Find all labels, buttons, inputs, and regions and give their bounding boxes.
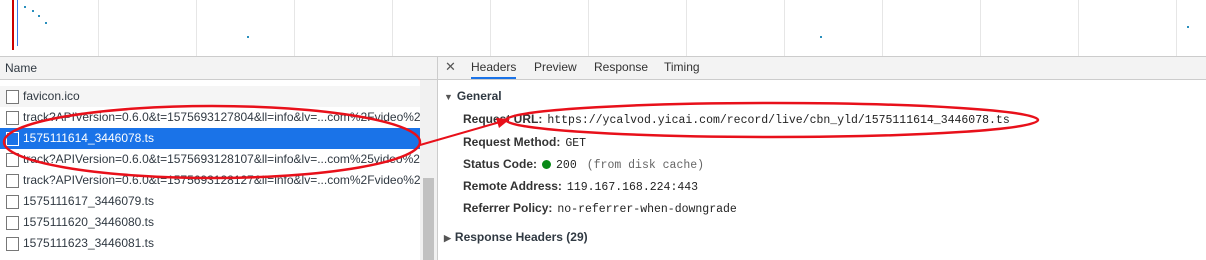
request-name: 1575111623_3446081.ts — [23, 236, 155, 250]
request-row[interactable]: 1575111620_3446080.ts — [0, 212, 420, 233]
timeline-gridline — [392, 0, 393, 56]
tab-headers[interactable]: Headers — [471, 57, 517, 79]
timeline-request-mark — [247, 36, 249, 38]
request-name: 1575111617_3446079.ts — [23, 194, 155, 208]
timeline-gridline — [196, 0, 197, 56]
referrer-policy-value[interactable]: no-referrer-when-downgrade — [557, 203, 736, 216]
timeline-gridline — [1078, 0, 1079, 56]
request-row[interactable]: 1575111623_3446081.ts — [0, 233, 420, 254]
details-tab-bar: ✕ Headers Preview Response Timing — [438, 57, 1206, 80]
timeline-gridline — [490, 0, 491, 56]
request-list-panel: Name favicon.ico track?APIVersion=0.6.0&… — [0, 57, 438, 260]
request-row[interactable]: track?APIVersion=0.6.0&t=1575693127804&l… — [0, 107, 420, 128]
timeline-gridline — [882, 0, 883, 56]
request-row[interactable]: favicon.ico — [0, 86, 420, 107]
response-headers-title: Response Headers (29) — [454, 230, 588, 244]
request-name: 1575111620_3446080.ts — [23, 215, 155, 229]
request-name: 1575111614_3446078.ts — [23, 131, 155, 145]
request-name: track?APIVersion=0.6.0&t=1575693127804&l… — [23, 110, 420, 124]
response-headers-section-toggle[interactable]: ▶ Response Headers (29) — [444, 230, 588, 244]
timeline-request-mark — [820, 36, 822, 38]
request-row[interactable]: 1575111617_3446079.ts — [0, 191, 420, 212]
load-event-marker — [12, 0, 14, 50]
network-overview-timeline[interactable] — [0, 0, 1206, 57]
timeline-request-mark — [45, 22, 47, 24]
timeline-gridline — [784, 0, 785, 56]
name-column-header[interactable]: Name — [0, 57, 437, 80]
remote-address-value[interactable]: 119.167.168.224:443 — [567, 181, 698, 194]
request-method-row: Request Method: GET — [463, 133, 586, 151]
general-section-toggle[interactable]: ▼ General — [444, 89, 502, 103]
close-icon[interactable]: ✕ — [445, 57, 456, 77]
timeline-gridline — [98, 0, 99, 56]
request-url-value[interactable]: https://ycalvod.yicai.com/record/live/cb… — [547, 114, 1009, 127]
resource-file-icon — [6, 216, 19, 230]
request-name: track?APIVersion=0.6.0&t=1575693128127&l… — [23, 173, 420, 187]
timeline-gridline — [980, 0, 981, 56]
timeline-request-mark — [1187, 26, 1189, 28]
resource-file-icon — [6, 237, 19, 251]
resource-file-icon — [6, 132, 19, 146]
resource-file-icon — [6, 174, 19, 188]
request-row[interactable]: track?APIVersion=0.6.0&t=1575693128127&l… — [0, 170, 420, 191]
request-url-row: Request URL: https://ycalvod.yicai.com/re… — [463, 110, 1010, 128]
tab-response[interactable]: Response — [594, 57, 648, 79]
remote-address-key: Remote Address: — [463, 179, 562, 193]
timeline-request-mark — [32, 10, 34, 12]
referrer-policy-row: Referrer Policy: no-referrer-when-downgra… — [463, 199, 737, 217]
request-method-value[interactable]: GET — [565, 137, 586, 150]
timeline-request-mark — [24, 6, 26, 8]
resource-file-icon — [6, 153, 19, 167]
tab-preview[interactable]: Preview — [534, 57, 577, 79]
resource-file-icon — [6, 90, 19, 104]
request-row-selected[interactable]: 1575111614_3446078.ts — [0, 128, 420, 149]
tab-timing[interactable]: Timing — [664, 57, 700, 79]
status-code-value[interactable]: 200 — [556, 159, 577, 172]
status-code-key: Status Code: — [463, 157, 538, 171]
resource-file-icon — [6, 195, 19, 209]
request-name: favicon.ico — [23, 89, 80, 103]
status-ok-icon — [542, 160, 552, 169]
general-section-title: General — [456, 89, 502, 103]
triangle-right-icon: ▶ — [444, 233, 451, 243]
triangle-down-icon: ▼ — [444, 92, 453, 102]
request-method-key: Request Method: — [463, 135, 561, 149]
timeline-gridline — [686, 0, 687, 56]
request-details-panel: ✕ Headers Preview Response Timing ▼ Gener… — [438, 57, 1206, 260]
request-row[interactable]: track?APIVersion=0.6.0&t=1575693128107&l… — [0, 149, 420, 170]
request-name: track?APIVersion=0.6.0&t=1575693128107&l… — [23, 152, 420, 166]
status-code-row: Status Code: 200 (from disk cache) — [463, 155, 704, 173]
timeline-gridline — [1176, 0, 1177, 56]
request-url-key: Request URL: — [463, 112, 543, 126]
timeline-gridline — [294, 0, 295, 56]
scrollbar-thumb[interactable] — [423, 178, 434, 260]
timeline-request-mark — [38, 15, 40, 17]
resource-file-icon — [6, 111, 19, 125]
referrer-policy-key: Referrer Policy: — [463, 201, 553, 215]
dom-content-loaded-marker — [17, 0, 18, 46]
status-note: (from disk cache) — [586, 159, 705, 172]
timeline-gridline — [588, 0, 589, 56]
remote-address-row: Remote Address: 119.167.168.224:443 — [463, 177, 698, 195]
